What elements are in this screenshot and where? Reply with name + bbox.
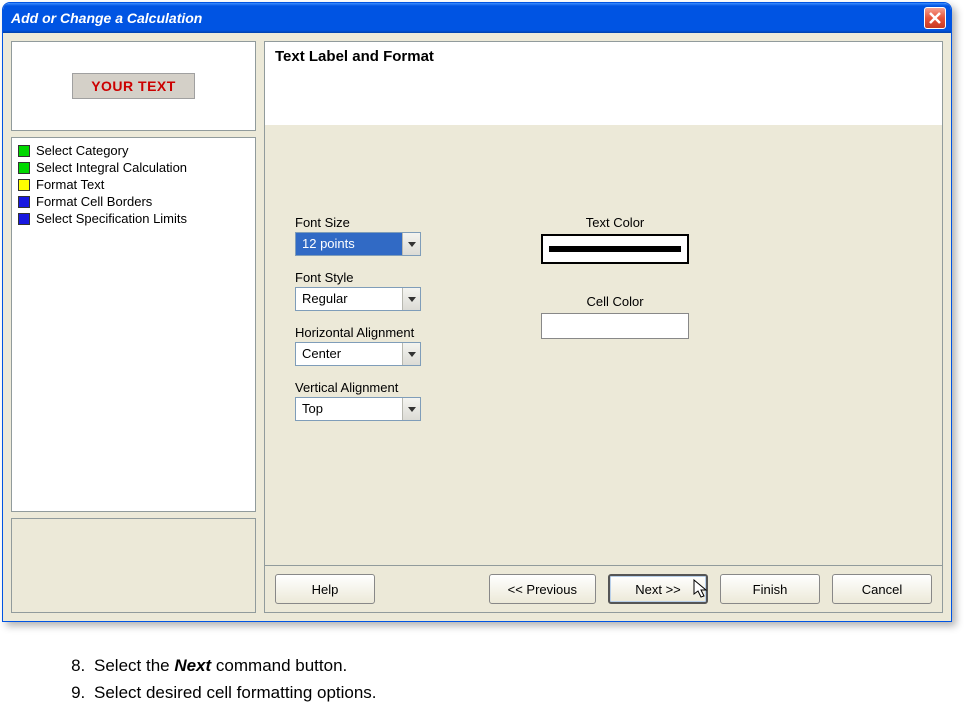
cell-color-picker[interactable] xyxy=(541,313,689,339)
cancel-button[interactable]: Cancel xyxy=(832,574,932,604)
close-button[interactable] xyxy=(924,7,946,29)
font-style-value: Regular xyxy=(296,288,402,310)
help-button[interactable]: Help xyxy=(275,574,375,604)
step-label: Select Category xyxy=(36,143,129,158)
cell-color-label: Cell Color xyxy=(586,294,643,309)
wizard-step[interactable]: Select Specification Limits xyxy=(18,210,249,227)
instruction-text: Select the xyxy=(94,656,174,675)
wizard-step[interactable]: Select Integral Calculation xyxy=(18,159,249,176)
wizard-step[interactable]: Select Category xyxy=(18,142,249,159)
dialog-window: Add or Change a Calculation YOUR TEXT Se… xyxy=(2,2,952,622)
chevron-down-icon xyxy=(402,343,420,365)
window-title: Add or Change a Calculation xyxy=(11,10,202,26)
button-row: Help << Previous Next >> Finish Cancel xyxy=(264,565,943,613)
step-label: Format Text xyxy=(36,177,104,192)
chevron-down-icon xyxy=(402,288,420,310)
step-marker-icon xyxy=(18,213,30,225)
font-size-label: Font Size xyxy=(295,215,421,230)
wizard-step[interactable]: Format Text xyxy=(18,176,249,193)
previous-button[interactable]: << Previous xyxy=(489,574,596,604)
step-marker-icon xyxy=(18,196,30,208)
font-size-combo[interactable]: 12 points xyxy=(295,232,421,256)
step-marker-icon xyxy=(18,179,30,191)
h-align-label: Horizontal Alignment xyxy=(295,325,421,340)
instruction-item: Select desired cell formatting options. xyxy=(90,679,964,706)
wizard-steps-panel: Select Category Select Integral Calculati… xyxy=(11,137,256,512)
instruction-bold: Next xyxy=(174,656,211,675)
step-marker-icon xyxy=(18,145,30,157)
form-area: Font Size 12 points Font Style Regular xyxy=(264,125,943,565)
step-label: Select Specification Limits xyxy=(36,211,187,226)
text-color-label: Text Color xyxy=(586,215,645,230)
text-color-swatch xyxy=(549,246,681,252)
preview-text-badge: YOUR TEXT xyxy=(72,73,195,99)
preview-panel: YOUR TEXT xyxy=(11,41,256,131)
v-align-combo[interactable]: Top xyxy=(295,397,421,421)
font-style-label: Font Style xyxy=(295,270,421,285)
wizard-step[interactable]: Format Cell Borders xyxy=(18,193,249,210)
chevron-down-icon xyxy=(402,233,420,255)
instruction-item: Select the Next command button. xyxy=(90,652,964,679)
h-align-combo[interactable]: Center xyxy=(295,342,421,366)
v-align-label: Vertical Alignment xyxy=(295,380,421,395)
font-style-combo[interactable]: Regular xyxy=(295,287,421,311)
text-color-picker[interactable] xyxy=(541,234,689,264)
next-button[interactable]: Next >> xyxy=(608,574,708,604)
v-align-value: Top xyxy=(296,398,402,420)
section-title: Text Label and Format xyxy=(264,41,943,125)
step-label: Format Cell Borders xyxy=(36,194,152,209)
h-align-value: Center xyxy=(296,343,402,365)
finish-button[interactable]: Finish xyxy=(720,574,820,604)
info-panel xyxy=(11,518,256,613)
step-marker-icon xyxy=(18,162,30,174)
instructions-list: Select the Next command button. Select de… xyxy=(50,652,964,706)
chevron-down-icon xyxy=(402,398,420,420)
title-bar: Add or Change a Calculation xyxy=(3,3,951,33)
instruction-text: Select desired cell formatting options. xyxy=(94,683,377,702)
close-icon xyxy=(928,11,942,25)
font-size-value: 12 points xyxy=(296,233,402,255)
step-label: Select Integral Calculation xyxy=(36,160,187,175)
instruction-text: command button. xyxy=(211,656,347,675)
